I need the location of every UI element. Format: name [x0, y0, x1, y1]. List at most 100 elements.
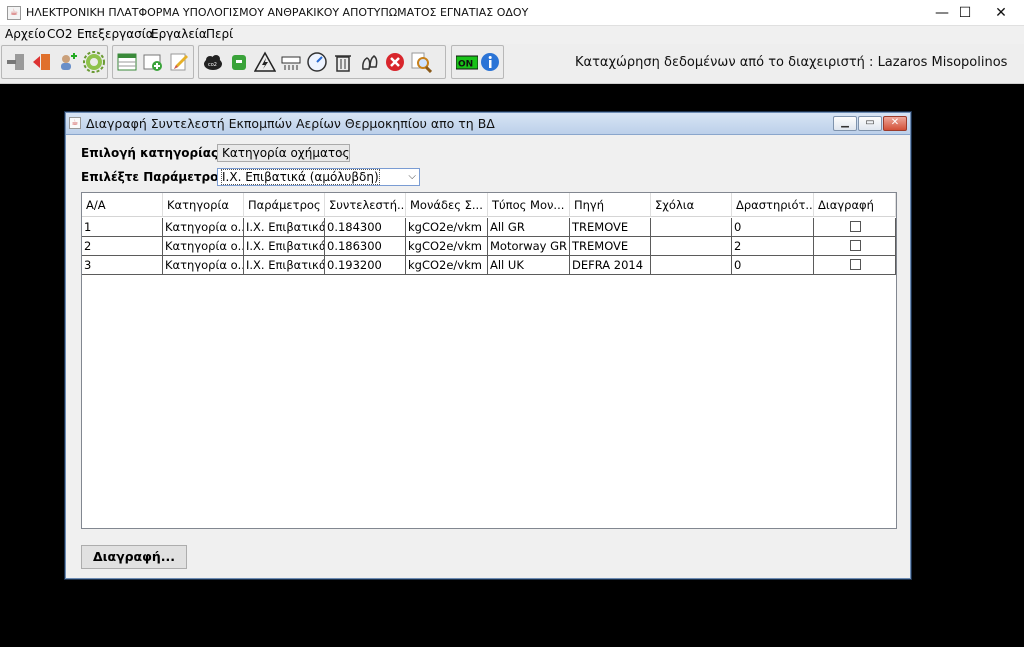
col-header-parameter[interactable]: Παράμετρος — [244, 193, 325, 217]
col-header-type[interactable]: Τύπος Μον... — [488, 193, 570, 217]
cell-category: Κατηγορία ο... — [165, 218, 244, 236]
cell-units: kgCO2e/vkm — [406, 256, 488, 274]
add-record-icon[interactable] — [142, 51, 164, 73]
exit-icon[interactable] — [31, 51, 53, 73]
electricity-warning-icon[interactable] — [254, 51, 276, 73]
cell-activity: 0 — [732, 256, 814, 274]
info-icon[interactable] — [479, 51, 501, 73]
menu-about[interactable]: Περί — [206, 27, 233, 41]
svg-text:ON: ON — [458, 60, 473, 70]
window-title: ΗΛΕΚΤΡΟΝΙΚΗ ΠΛΑΤΦΟΡΜΑ ΥΠΟΛΟΓΙΣΜΟΥ ΑΝΘΡΑΚ… — [26, 6, 529, 19]
factors-table[interactable]: Α/Α Κατηγορία Παράμετρος Συντελεστή... Μ… — [81, 192, 897, 529]
toolbar-group-data — [112, 45, 194, 79]
java-app-icon: ☕ — [7, 6, 21, 20]
dialog-minimize-button[interactable]: ▁ — [833, 116, 857, 131]
cell-coefficient: 0.186300 — [325, 237, 406, 255]
table-header: Α/Α Κατηγορία Παράμετρος Συντελεστή... Μ… — [82, 193, 896, 217]
cell-aa: 2 — [82, 237, 163, 255]
svg-text:co2: co2 — [208, 62, 217, 68]
menu-tools[interactable]: Εργαλεία — [151, 27, 207, 41]
cell-source: TREMOVE — [570, 218, 651, 236]
search-report-icon[interactable] — [410, 51, 432, 73]
cell-comments — [651, 218, 732, 236]
cell-source: DEFRA 2014 — [570, 256, 651, 274]
footprint-icon[interactable] — [358, 51, 380, 73]
menu-file[interactable]: Αρχείο — [5, 27, 46, 41]
cell-comments — [651, 237, 732, 255]
category-select[interactable]: Κατηγορία οχήματος ⌵ — [217, 144, 350, 162]
cell-delete — [814, 218, 896, 236]
chevron-down-icon: ⌵ — [408, 171, 416, 182]
col-header-source[interactable]: Πηγή — [570, 193, 651, 217]
green-bin-icon[interactable] — [228, 51, 250, 73]
cell-source: TREMOVE — [570, 237, 651, 255]
dialog-titlebar[interactable]: ☕ Διαγραφή Συντελεστή Εκπομπών Αερίων Θε… — [66, 113, 910, 135]
col-header-delete[interactable]: Διαγραφή — [814, 193, 896, 217]
col-header-aa[interactable]: Α/Α — [82, 193, 163, 217]
delete-checkbox[interactable] — [850, 221, 861, 232]
trash-icon[interactable] — [332, 51, 354, 73]
col-header-units[interactable]: Μονάδες Σ... — [406, 193, 488, 217]
delete-checkbox[interactable] — [850, 259, 861, 270]
cell-delete — [814, 256, 896, 274]
cell-aa: 3 — [82, 256, 163, 274]
edit-pencil-icon[interactable] — [168, 51, 190, 73]
settings-gear-icon[interactable] — [83, 51, 105, 73]
cell-type: All GR — [488, 218, 570, 236]
cell-parameter: Ι.Χ. Επιβατικά... — [246, 237, 325, 255]
menu-bar: Αρχείο CO2 Επεξεργασία Εργαλεία Περί — [0, 26, 1024, 44]
delete-factor-dialog: ☕ Διαγραφή Συντελεστή Εκπομπών Αερίων Θε… — [65, 112, 911, 579]
spreadsheet-icon[interactable] — [116, 51, 138, 73]
close-window-button[interactable]: ✕ — [978, 0, 1024, 26]
gauge-icon[interactable] — [306, 51, 328, 73]
cell-activity: 0 — [732, 218, 814, 236]
logout-icon[interactable] — [5, 51, 27, 73]
delete-checkbox[interactable] — [850, 240, 861, 251]
java-app-icon: ☕ — [69, 117, 81, 129]
cell-category: Κατηγορία ο... — [165, 237, 244, 255]
parameter-select-value: Ι.Χ. Επιβατικά (αμόλυβδη) — [221, 169, 380, 185]
cell-aa: 1 — [82, 218, 163, 236]
toolbar-group-co2: co2 — [198, 45, 446, 79]
cell-type: Motorway GR — [488, 237, 570, 255]
dialog-close-button[interactable]: ✕ — [883, 116, 907, 131]
toolbar: co2 ON Καταχώρηση δεδομένων από το διαχε… — [0, 44, 1024, 84]
menu-co2[interactable]: CO2 — [47, 27, 72, 41]
category-label: Επιλογή κατηγορίας : — [81, 146, 228, 160]
cell-parameter: Ι.Χ. Επιβατικά... — [246, 256, 325, 274]
cell-category: Κατηγορία ο... — [165, 256, 244, 274]
col-header-coefficient[interactable]: Συντελεστή... — [325, 193, 406, 217]
window-titlebar: ☕ ΗΛΕΚΤΡΟΝΙΚΗ ΠΛΑΤΦΟΡΜΑ ΥΠΟΛΟΓΙΣΜΟΥ ΑΝΘΡ… — [0, 0, 1024, 26]
cell-activity: 2 — [732, 237, 814, 255]
cell-units: kgCO2e/vkm — [406, 218, 488, 236]
parameter-select[interactable]: Ι.Χ. Επιβατικά (αμόλυβδη) ⌵ — [217, 168, 420, 186]
col-header-category[interactable]: Κατηγορία — [163, 193, 244, 217]
delete-red-icon[interactable] — [384, 51, 406, 73]
cell-units: kgCO2e/vkm — [406, 237, 488, 255]
cell-parameter: Ι.Χ. Επιβατικά... — [246, 218, 325, 236]
cell-delete — [814, 237, 896, 255]
cell-type: All UK — [488, 256, 570, 274]
chevron-down-icon: ⌵ — [338, 147, 346, 158]
cell-comments — [651, 256, 732, 274]
dialog-title: Διαγραφή Συντελεστή Εκπομπών Αερίων Θερμ… — [86, 116, 495, 131]
col-header-comments[interactable]: Σχόλια — [651, 193, 732, 217]
menu-edit[interactable]: Επεξεργασία — [77, 27, 154, 41]
table-row[interactable]: 2 Κατηγορία ο... Ι.Χ. Επιβατικά... 0.186… — [82, 237, 896, 256]
col-header-activity[interactable]: Δραστηριότ... — [732, 193, 814, 217]
on-indicator-icon[interactable]: ON — [456, 51, 478, 73]
parameter-label: Επιλέξτε Παράμετρο : — [81, 170, 228, 184]
cell-coefficient: 0.184300 — [325, 218, 406, 236]
admin-status-text: Καταχώρηση δεδομένων από το διαχειριστή … — [575, 55, 1008, 70]
table-row[interactable]: 3 Κατηγορία ο... Ι.Χ. Επιβατικά... 0.193… — [82, 256, 896, 275]
toolbar-group-session — [1, 45, 108, 79]
toolbar-group-status: ON — [451, 45, 504, 79]
heater-icon[interactable] — [280, 51, 302, 73]
add-user-icon[interactable] — [57, 51, 79, 73]
delete-button[interactable]: Διαγραφή... — [81, 545, 187, 569]
co2-cloud-icon[interactable]: co2 — [202, 51, 224, 73]
dialog-maximize-button[interactable]: ▭ — [858, 116, 882, 131]
table-row[interactable]: 1 Κατηγορία ο... Ι.Χ. Επιβατικά... 0.184… — [82, 218, 896, 237]
cell-coefficient: 0.193200 — [325, 256, 406, 274]
category-select-value: Κατηγορία οχήματος — [222, 146, 350, 160]
